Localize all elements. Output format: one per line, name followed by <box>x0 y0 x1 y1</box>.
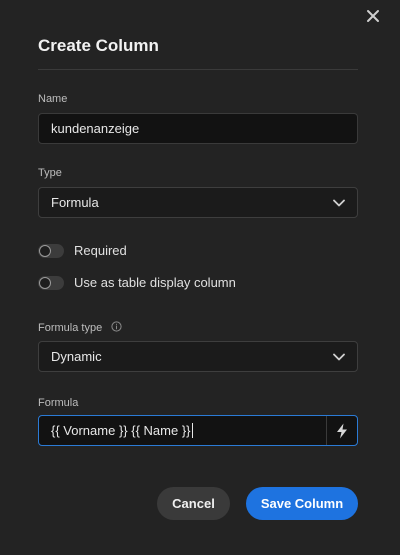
formula-input-value: {{ Vorname }} {{ Name }} <box>51 423 191 438</box>
chevron-down-icon <box>333 353 345 361</box>
dialog-title: Create Column <box>38 36 159 55</box>
formula-label: Formula <box>38 397 79 409</box>
formula-type-select[interactable]: Dynamic <box>38 341 358 372</box>
formula-field: {{ Vorname }} {{ Name }} <box>38 415 358 446</box>
display-column-toggle[interactable] <box>38 275 64 290</box>
display-column-label: Use as table display column <box>74 275 236 290</box>
type-label: Type <box>38 167 62 179</box>
close-icon[interactable] <box>366 9 382 25</box>
required-label: Required <box>74 243 127 258</box>
type-select[interactable]: Formula <box>38 187 358 218</box>
formula-type-select-value: Dynamic <box>51 349 102 364</box>
save-column-button[interactable]: Save Column <box>246 487 358 520</box>
display-column-row: Use as table display column <box>38 275 236 290</box>
name-input-value: kundenanzeige <box>51 121 140 136</box>
cancel-button[interactable]: Cancel <box>157 487 230 520</box>
required-toggle[interactable] <box>38 243 64 258</box>
text-caret <box>191 423 193 438</box>
bolt-icon[interactable] <box>326 416 357 445</box>
type-select-value: Formula <box>51 195 99 210</box>
required-row: Required <box>38 243 127 258</box>
formula-type-label: Formula type <box>38 321 103 334</box>
chevron-down-icon <box>333 199 345 207</box>
info-icon[interactable] <box>111 321 122 335</box>
formula-type-label-row: Formula type <box>38 321 122 335</box>
formula-input[interactable]: {{ Vorname }} {{ Name }} <box>39 416 326 445</box>
name-input[interactable]: kundenanzeige <box>38 113 358 144</box>
title-divider <box>38 69 358 70</box>
name-label: Name <box>38 93 68 105</box>
